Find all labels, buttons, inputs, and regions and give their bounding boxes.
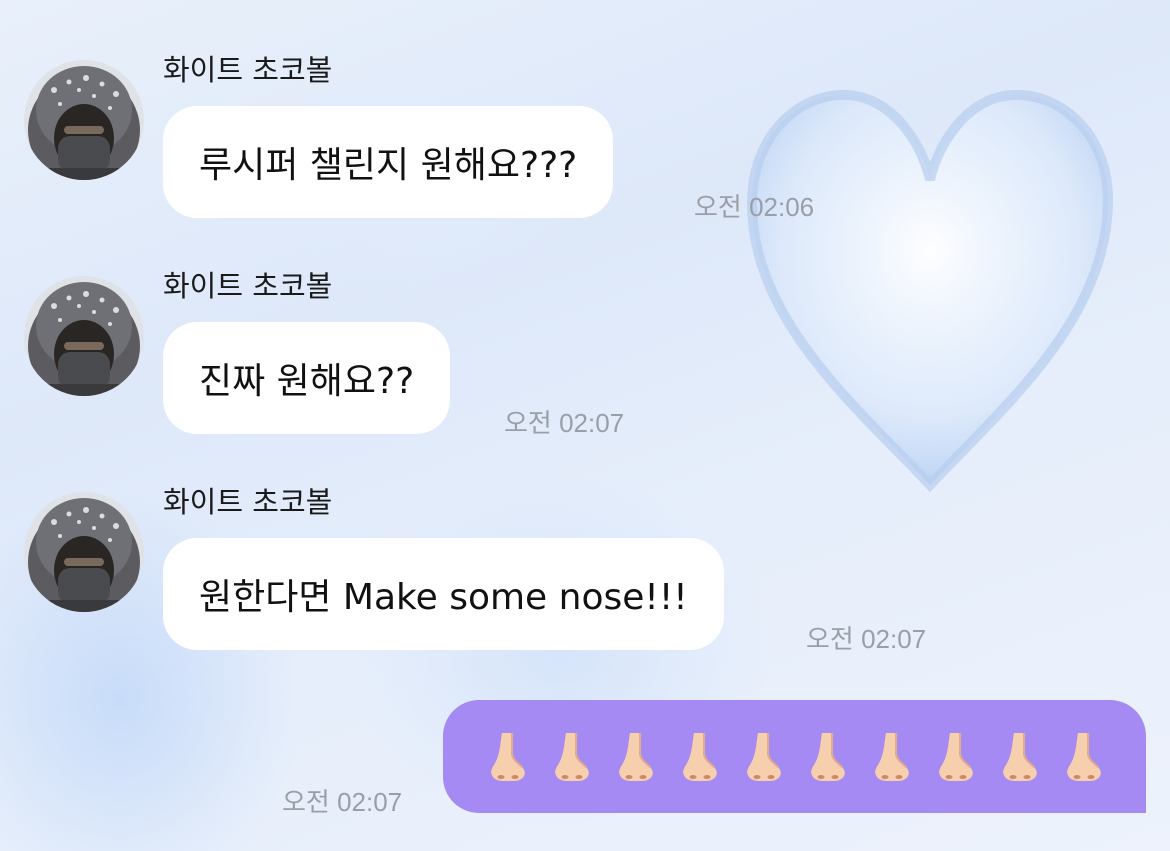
- nose-emoji-icon: [554, 732, 589, 781]
- message-bubble[interactable]: 진짜 원해요??: [163, 322, 451, 434]
- chat-area: 화이트 초코볼 루시퍼 챌린지 원해요??? 오전 02:06 화이트 초코볼 …: [0, 0, 1170, 851]
- sent-message-timestamp: 오전 02:07: [282, 787, 403, 817]
- sender-name: 화이트 초코볼: [163, 53, 333, 87]
- nose-emoji-icon: [938, 732, 973, 781]
- nose-emoji-icon: [810, 732, 845, 781]
- message-bubble[interactable]: 원한다면 Make some nose!!!: [163, 538, 724, 650]
- nose-emoji-icon: [746, 732, 781, 781]
- nose-emoji-icon: [618, 732, 653, 781]
- nose-emoji-icon: [682, 732, 717, 781]
- message-timestamp: 오전 02:07: [806, 624, 927, 654]
- sender-name: 화이트 초코볼: [163, 269, 333, 303]
- avatar[interactable]: [24, 60, 144, 180]
- avatar[interactable]: [24, 492, 144, 612]
- message-timestamp: 오전 02:06: [694, 192, 815, 222]
- message-timestamp: 오전 02:07: [504, 408, 625, 438]
- sender-name: 화이트 초코볼: [163, 485, 333, 519]
- nose-emoji-icon: [874, 732, 909, 781]
- message-bubble[interactable]: 루시퍼 챌린지 원해요???: [163, 106, 614, 218]
- nose-emoji-icon: [490, 732, 525, 781]
- nose-emoji-icon: [1002, 732, 1037, 781]
- nose-emoji-icon: [1066, 732, 1101, 781]
- avatar[interactable]: [24, 276, 144, 396]
- sent-message-bubble[interactable]: [443, 700, 1146, 813]
- nose-emoji-row: [484, 731, 1106, 783]
